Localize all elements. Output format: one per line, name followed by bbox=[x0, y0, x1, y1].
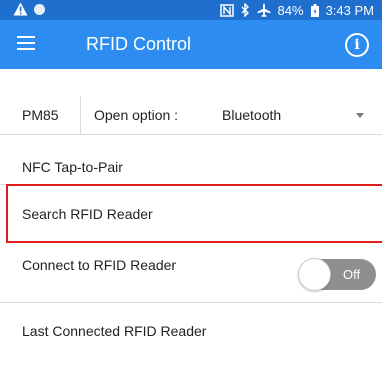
clock: 3:43 PM bbox=[325, 2, 374, 18]
divider bbox=[80, 96, 81, 134]
highlight-box bbox=[6, 184, 382, 243]
airplane-icon bbox=[257, 3, 271, 17]
battery-percent: 84% bbox=[277, 2, 304, 18]
app-bar: RFID Control i bbox=[0, 20, 382, 69]
open-option-select[interactable]: Bluetooth bbox=[222, 107, 281, 123]
info-icon[interactable]: i bbox=[345, 33, 369, 57]
status-icons: 84% 3:43 PM bbox=[219, 0, 374, 20]
nfc-icon bbox=[219, 3, 234, 17]
notification-dot-icon bbox=[34, 4, 45, 15]
battery-icon bbox=[310, 3, 319, 17]
list-item-connect-rfid-reader[interactable]: Connect to RFID Reader bbox=[22, 257, 176, 273]
open-option-label: Open option : bbox=[94, 107, 179, 123]
list-item-nfc-tap-to-pair[interactable]: NFC Tap-to-Pair bbox=[22, 159, 123, 175]
toggle-label: Off bbox=[343, 267, 361, 282]
divider bbox=[0, 134, 382, 135]
toggle-knob bbox=[298, 258, 331, 291]
model-label: PM85 bbox=[22, 107, 59, 123]
list-item-last-connected-rfid-reader[interactable]: Last Connected RFID Reader bbox=[22, 323, 206, 339]
status-bar: 84% 3:43 PM bbox=[0, 0, 382, 20]
hamburger-menu-icon[interactable] bbox=[17, 36, 35, 50]
page-title: RFID Control bbox=[86, 34, 192, 54]
divider bbox=[0, 302, 382, 303]
bluetooth-icon bbox=[241, 3, 250, 17]
chevron-down-icon[interactable] bbox=[356, 113, 364, 118]
connect-toggle[interactable]: Off bbox=[298, 258, 376, 291]
warning-icon bbox=[13, 2, 28, 21]
